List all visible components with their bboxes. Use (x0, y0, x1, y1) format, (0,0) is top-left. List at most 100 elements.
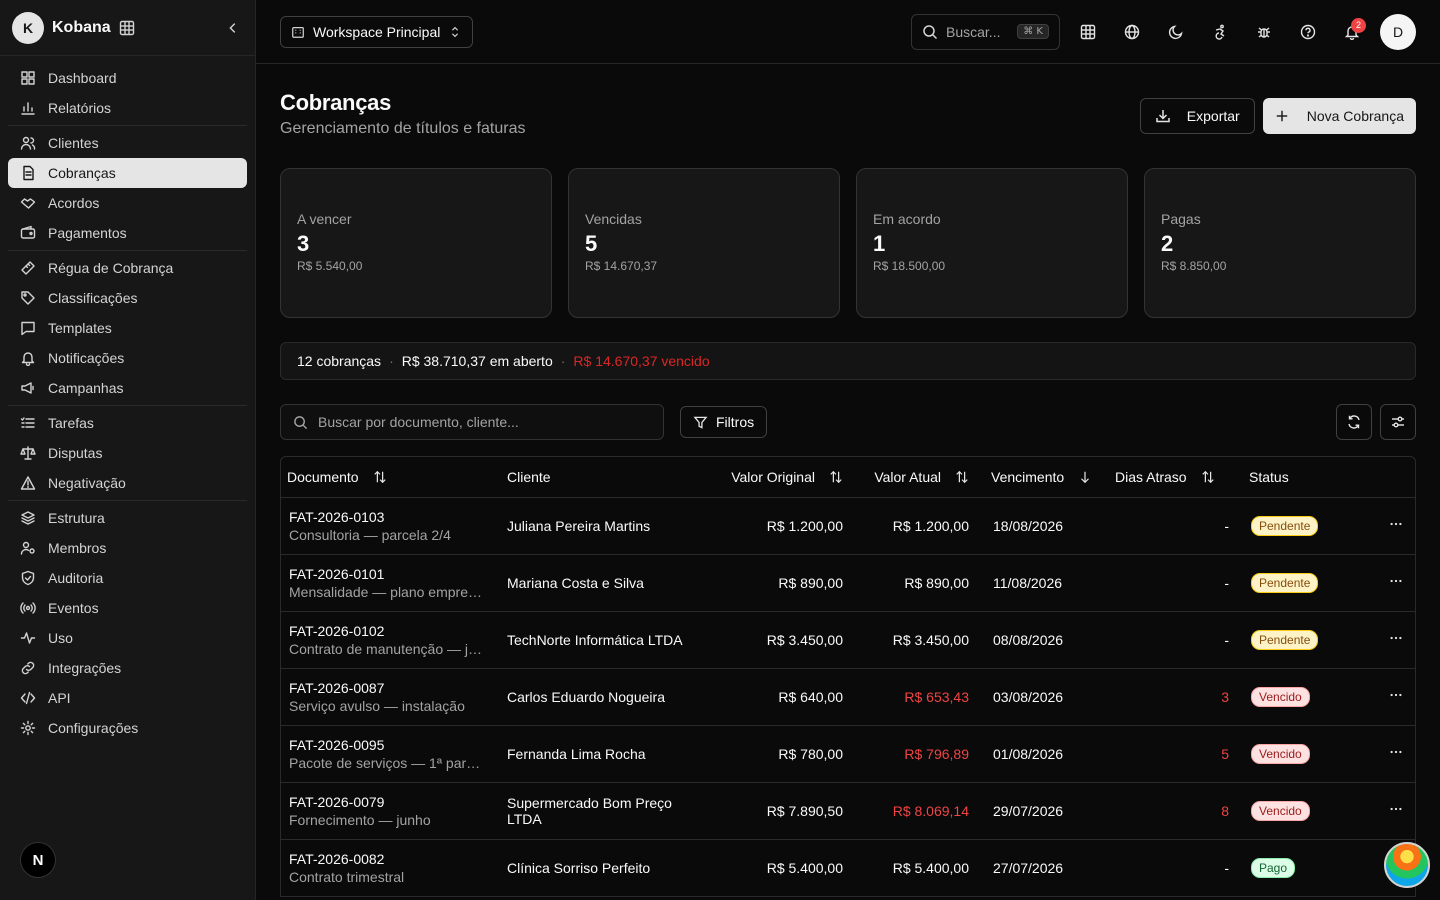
table-row[interactable]: FAT-2026-0101 Mensalidade — plano empresa… (281, 554, 1415, 611)
language-button[interactable] (1110, 14, 1154, 50)
sidebar-item-eventos[interactable]: Eventos (8, 593, 247, 623)
sidebar-item-api[interactable]: API (8, 683, 247, 713)
header-label: Vencimento (991, 468, 1065, 485)
stat-card-overdue[interactable]: Vencidas 5 R$ 14.670,37 (568, 168, 840, 318)
row-actions-button[interactable] (1377, 668, 1415, 725)
sidebar-item-label: Dashboard (48, 70, 117, 86)
sidebar-item-acordos[interactable]: Acordos (8, 188, 247, 218)
table-row[interactable]: FAT-2026-0103 Consultoria — parcela 2/4 Ju… (281, 497, 1415, 554)
row-actions-button[interactable] (1377, 554, 1415, 611)
cell-client: Carlos Eduardo Nogueira (507, 688, 665, 705)
sidebar-item-notificacoes[interactable]: Notificações (8, 343, 247, 373)
sidebar-item-integracoes[interactable]: Integrações (8, 653, 247, 683)
document-number[interactable]: FAT-2026-0082 (289, 851, 489, 867)
brand-header: K Kobana (0, 0, 255, 56)
row-actions-button[interactable] (1377, 497, 1415, 554)
sidebar-item-auditoria[interactable]: Auditoria (8, 563, 247, 593)
document-description: Mensalidade — plano empresarial (289, 583, 487, 600)
collapse-sidebar-button[interactable] (223, 18, 243, 38)
sidebar-item-classificacoes[interactable]: Classificações (8, 283, 247, 313)
cell-due-date: 11/08/2026 (993, 574, 1063, 591)
stat-card-paid[interactable]: Pagas 2 R$ 8.850,00 (1144, 168, 1416, 318)
api-icon (20, 691, 36, 705)
table-view-button[interactable] (1066, 14, 1110, 50)
document-number[interactable]: FAT-2026-0079 (289, 794, 489, 810)
stat-card-agreement[interactable]: Em acordo 1 R$ 18.500,00 (856, 168, 1128, 318)
row-actions-button[interactable] (1377, 725, 1415, 782)
table-search-placeholder: Buscar por documento, cliente... (318, 414, 519, 430)
help-button[interactable] (1286, 14, 1330, 50)
sidebar-item-relatorios[interactable]: Relatórios (8, 93, 247, 123)
sidebar-item-label: Eventos (48, 600, 99, 616)
footer-logo[interactable]: N (20, 842, 56, 878)
notifications-button[interactable]: 2 (1330, 14, 1374, 50)
header-documento[interactable]: Documento (281, 457, 497, 497)
sidebar-item-pagamentos[interactable]: Pagamentos (8, 218, 247, 248)
cell-days-overdue: - (1224, 517, 1229, 534)
header-valor-atual[interactable]: Valor Atual (851, 457, 977, 497)
card-amount: R$ 14.670,37 (585, 259, 658, 273)
theme-toggle-button[interactable] (1154, 14, 1198, 50)
workspace-switcher[interactable]: Workspace Principal (280, 15, 474, 48)
sidebar-item-regua-de-cobranca[interactable]: Régua de Cobrança (8, 253, 247, 283)
table-row[interactable]: FAT-2026-0079 Fornecimento — junho Superme… (281, 782, 1415, 839)
table-search-input[interactable]: Buscar por documento, cliente... (280, 404, 664, 440)
cell-client: Mariana Costa e Silva (507, 574, 644, 591)
sidebar-item-tarefas[interactable]: Tarefas (8, 408, 247, 438)
header-dias-atraso[interactable]: Dias Atraso (1109, 457, 1241, 497)
cell-status: Vencido (1241, 668, 1377, 725)
document-number[interactable]: FAT-2026-0103 (289, 509, 489, 525)
sidebar-item-membros[interactable]: Membros (8, 533, 247, 563)
cell-current-value: R$ 653,43 (904, 688, 969, 705)
table-row[interactable]: FAT-2026-0087 Serviço avulso — instalação… (281, 668, 1415, 725)
user-avatar[interactable]: D (1380, 13, 1416, 50)
cell-original-value: R$ 780,00 (778, 745, 843, 762)
column-settings-button[interactable] (1380, 404, 1416, 440)
stat-card-due[interactable]: A vencer 3 R$ 5.540,00 (280, 168, 552, 318)
cell-document: FAT-2026-0082 Contrato trimestral (281, 839, 497, 896)
brand-avatar[interactable]: K (12, 11, 44, 44)
row-actions-button[interactable] (1377, 782, 1415, 839)
sidebar-item-uso[interactable]: Uso (8, 623, 247, 653)
filters-button[interactable]: Filtros (680, 406, 768, 438)
sidebar-item-configuracoes[interactable]: Configurações (8, 713, 247, 743)
cell-days-overdue: 8 (1221, 802, 1229, 819)
row-actions-button[interactable] (1377, 611, 1415, 668)
table-row[interactable]: FAT-2026-0095 Pacote de serviços — 1ª par… (281, 725, 1415, 782)
assistant-bubble[interactable] (1384, 842, 1430, 888)
grid-icon[interactable] (119, 20, 135, 36)
sidebar-item-cobrancas[interactable]: Cobranças (8, 158, 247, 188)
cell-current-value: R$ 8.069,14 (892, 802, 969, 819)
sidebar-item-negativacao[interactable]: Negativação (8, 468, 247, 498)
sidebar-item-label: Auditoria (48, 570, 104, 586)
table-row[interactable]: FAT-2026-0082 Contrato trimestral Clínica … (281, 839, 1415, 896)
cell-document: FAT-2026-0095 Pacote de serviços — 1ª par… (281, 725, 497, 782)
new-charge-button[interactable]: Nova Cobrança (1262, 98, 1416, 134)
sidebar-item-label: Clientes (48, 135, 99, 151)
sidebar-item-disputas[interactable]: Disputas (8, 438, 247, 468)
header-vencimento[interactable]: Vencimento (977, 457, 1109, 497)
cell-document: FAT-2026-0087 Serviço avulso — instalação (281, 668, 497, 725)
cell-due-date: 27/07/2026 (993, 859, 1064, 876)
refresh-button[interactable] (1336, 404, 1372, 440)
moon-icon (1168, 24, 1183, 39)
cell-status: Vencido (1241, 725, 1377, 782)
sidebar-item-templates[interactable]: Templates (8, 313, 247, 343)
cell-status: Vencido (1241, 782, 1377, 839)
global-search[interactable]: Buscar... ⌘ K (911, 13, 1060, 50)
sidebar-item-estrutura[interactable]: Estrutura (8, 503, 247, 533)
accessibility-button[interactable] (1198, 14, 1242, 50)
sidebar-item-dashboard[interactable]: Dashboard (8, 63, 247, 93)
document-number[interactable]: FAT-2026-0087 (289, 680, 489, 696)
cell-due-date: 08/08/2026 (993, 631, 1064, 648)
document-number[interactable]: FAT-2026-0095 (289, 737, 489, 753)
debug-button[interactable] (1242, 14, 1286, 50)
sidebar-item-clientes[interactable]: Clientes (8, 128, 247, 158)
cell-client: Supermercado Bom Preço LTDA (507, 794, 672, 827)
table-row[interactable]: FAT-2026-0102 Contrato de manutenção — ju… (281, 611, 1415, 668)
header-valor-original[interactable]: Valor Original (711, 457, 851, 497)
sidebar-item-campanhas[interactable]: Campanhas (8, 373, 247, 403)
document-number[interactable]: FAT-2026-0101 (289, 566, 489, 582)
export-button[interactable]: Exportar (1139, 98, 1255, 134)
document-number[interactable]: FAT-2026-0102 (289, 623, 489, 639)
